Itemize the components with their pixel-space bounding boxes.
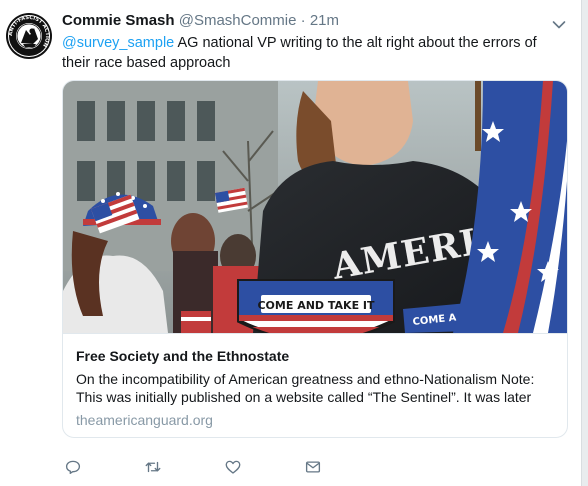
antifa-logo-icon: ANTI-FASCIST ACTION: [7, 14, 51, 58]
chevron-down-icon[interactable]: [552, 17, 566, 29]
link-card[interactable]: AMERICAN COME AND TAKE IT COME A Free So…: [62, 80, 568, 438]
user-handle[interactable]: @SmashCommie: [179, 12, 297, 29]
mention-link[interactable]: @survey_sample: [62, 35, 174, 51]
heart-icon[interactable]: [222, 456, 244, 478]
tweet-header: Commie Smash @SmashCommie · 21m: [62, 12, 339, 30]
separator-dot: ·: [300, 12, 306, 29]
card-title[interactable]: Free Society and the Ethnostate: [76, 347, 289, 365]
retweet-icon[interactable]: [142, 456, 164, 478]
envelope-icon[interactable]: [302, 456, 324, 478]
card-description: On the incompatibility of American great…: [76, 371, 535, 405]
card-image: AMERICAN COME AND TAKE IT COME A: [63, 81, 567, 333]
scrollbar-track[interactable]: [582, 0, 588, 486]
tweet-text: @survey_sample AG national VP writing to…: [62, 33, 562, 73]
card-body[interactable]: Free Society and the Ethnostate On the i…: [63, 333, 567, 437]
avatar[interactable]: ANTI-FASCIST ACTION: [6, 13, 52, 59]
display-name[interactable]: Commie Smash: [62, 12, 175, 29]
patch-text: COME AND TAKE IT: [257, 299, 375, 312]
timestamp[interactable]: 21m: [310, 12, 339, 29]
reply-icon[interactable]: [62, 456, 84, 478]
tweet[interactable]: ANTI-FASCIST ACTION Commie Smash @SmashC…: [0, 0, 588, 486]
card-domain[interactable]: theamericanguard.org: [76, 411, 213, 429]
